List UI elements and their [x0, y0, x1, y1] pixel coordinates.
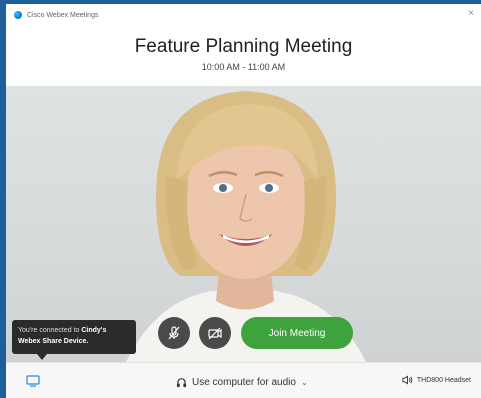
audio-icon: [176, 377, 187, 387]
tooltip-prefix: You're connected to: [18, 327, 82, 334]
title-bar: Cisco Webex Meetings ×: [6, 4, 481, 26]
chevron-down-icon: ⌄: [300, 377, 308, 387]
screen-share-icon[interactable]: [26, 375, 40, 387]
audio-selector[interactable]: Use computer for audio ⌄: [176, 374, 308, 390]
video-off-icon: [208, 327, 222, 340]
app-title: Cisco Webex Meetings: [27, 11, 99, 19]
speaker-icon: [402, 375, 413, 385]
microphone-muted-icon: [168, 326, 180, 340]
join-meeting-button[interactable]: Join Meeting: [241, 317, 353, 349]
webex-logo-icon: [14, 11, 22, 19]
video-toggle-button[interactable]: [199, 317, 231, 349]
meeting-time: 10:00 AM - 11:00 AM: [201, 62, 286, 72]
meeting-header: Feature Planning Meeting 10:00 AM - 11:0…: [6, 26, 481, 86]
headset-device[interactable]: THD800 Headset: [402, 375, 471, 385]
connection-tooltip: You're connected to Cindy's Webex Share …: [12, 320, 136, 360]
webex-preview-window: Cisco Webex Meetings × Feature Planning …: [6, 4, 481, 398]
close-icon[interactable]: ×: [468, 9, 474, 19]
tooltip-arrow: [37, 354, 47, 360]
mute-button[interactable]: [158, 317, 190, 349]
bottom-bar: Use computer for audio ⌄ THD800 Headset: [6, 362, 481, 398]
meeting-title: Feature Planning Meeting: [134, 36, 353, 57]
headset-label: THD800 Headset: [416, 376, 471, 384]
audio-label: Use computer for audio: [192, 376, 296, 388]
